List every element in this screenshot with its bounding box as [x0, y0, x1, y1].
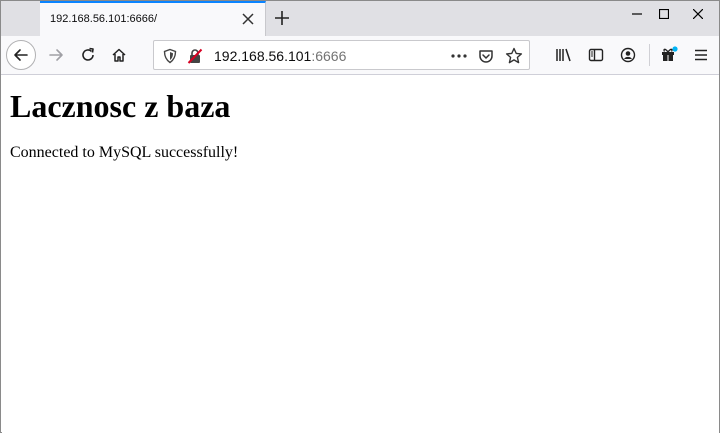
- url-bar[interactable]: 192.168.56.101:6666: [153, 40, 530, 70]
- window-close-icon[interactable]: [676, 1, 719, 27]
- minimize-icon[interactable]: [622, 1, 652, 27]
- url-text[interactable]: 192.168.56.101:6666: [214, 48, 346, 64]
- pocket-icon[interactable]: [476, 47, 496, 65]
- shield-icon[interactable]: [162, 48, 178, 64]
- url-port: :6666: [311, 48, 347, 64]
- reload-icon[interactable]: [73, 40, 103, 70]
- insecure-lock-icon[interactable]: [187, 48, 203, 64]
- account-icon[interactable]: [618, 45, 638, 65]
- arrow-left-icon[interactable]: [6, 40, 36, 70]
- arrow-right-icon[interactable]: [41, 40, 71, 70]
- toolbar-separator: [649, 44, 650, 66]
- page-content: Lacznosc z baza Connected to MySQL succe…: [2, 76, 719, 433]
- star-icon[interactable]: [504, 46, 524, 66]
- home-icon[interactable]: [104, 40, 134, 70]
- tab-strip: 192.168.56.101:6666/: [1, 1, 719, 36]
- maximize-icon[interactable]: [649, 1, 679, 27]
- more-dots-icon[interactable]: [449, 47, 469, 65]
- page-heading: Lacznosc z baza: [10, 88, 231, 124]
- browser-window: 192.168.56.101:6666/ 192.168.56.101:6666…: [0, 0, 720, 433]
- url-host: 192.168.56.101: [214, 48, 312, 64]
- hamburger-menu-icon[interactable]: [691, 45, 711, 65]
- extensions-icon[interactable]: [659, 45, 679, 65]
- sidebar-icon[interactable]: [586, 45, 606, 65]
- navigation-toolbar: 192.168.56.101:6666: [1, 36, 719, 75]
- plus-icon[interactable]: [271, 7, 293, 29]
- tab-title: 192.168.56.101:6666/: [50, 13, 158, 25]
- close-icon[interactable]: [239, 10, 257, 28]
- active-tab[interactable]: 192.168.56.101:6666/: [40, 1, 266, 36]
- library-icon[interactable]: [554, 45, 574, 65]
- status-message: Connected to MySQL successfully!: [10, 144, 239, 161]
